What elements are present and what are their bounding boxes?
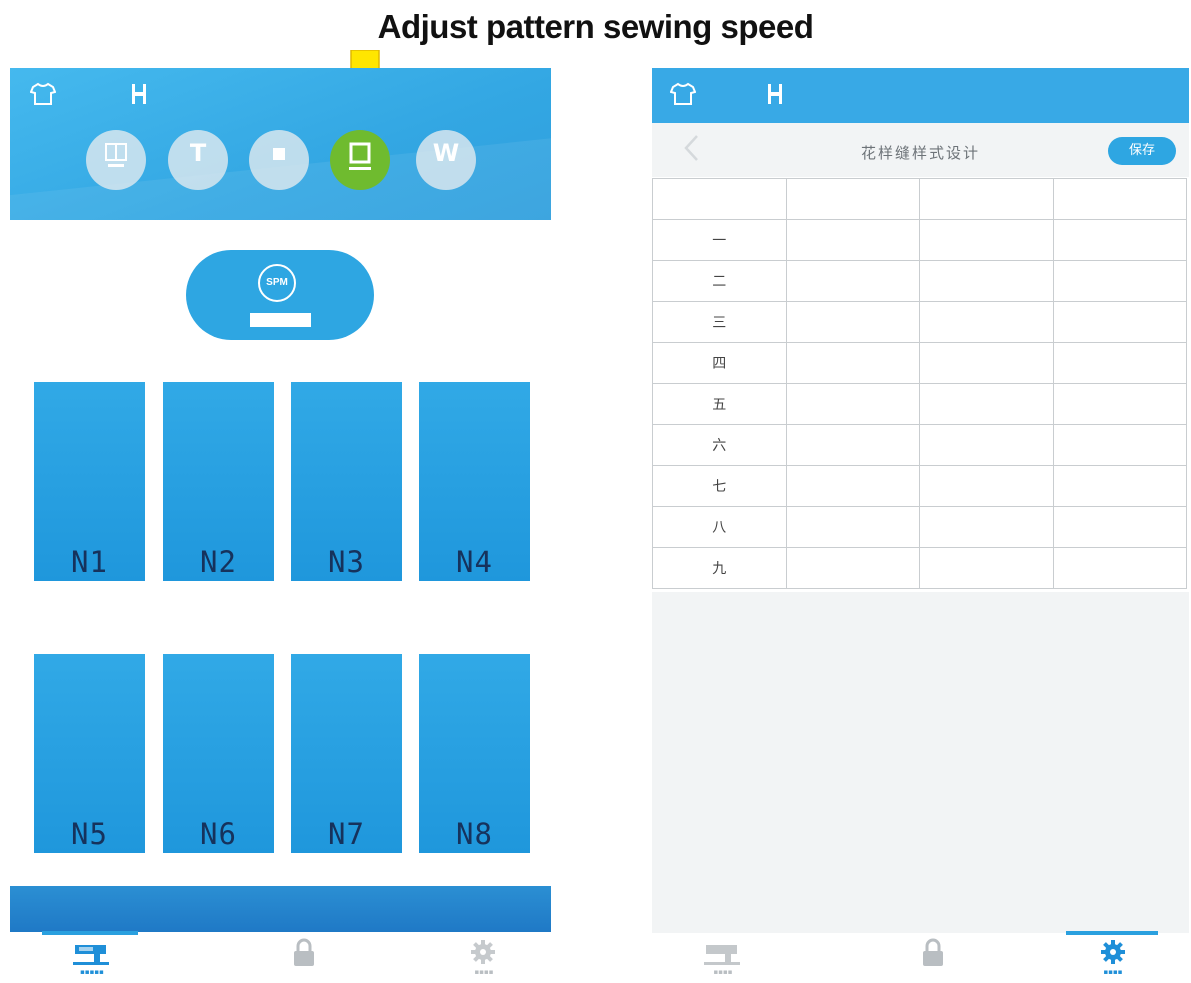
table-row: 三 xyxy=(652,301,1187,343)
table-row: 六 xyxy=(652,424,1187,466)
gear-icon[interactable] xyxy=(1100,939,1126,965)
row-label: 三 xyxy=(652,301,787,343)
preset-n4[interactable]: N4 xyxy=(419,382,530,581)
table-cell[interactable] xyxy=(919,260,1054,302)
table-row: 四 xyxy=(652,342,1187,384)
left-footer-bar xyxy=(10,886,551,932)
tab-indicator xyxy=(42,931,138,935)
table-cell[interactable] xyxy=(1052,424,1187,466)
column-header xyxy=(919,178,1054,220)
table-cell[interactable] xyxy=(785,260,920,302)
mode-button-2[interactable]: T xyxy=(168,130,228,190)
table-cell[interactable] xyxy=(1052,301,1187,343)
mode-button-4[interactable] xyxy=(330,130,390,190)
table-cell[interactable] xyxy=(919,547,1054,589)
gear-icon[interactable] xyxy=(470,939,496,965)
table-cell[interactable] xyxy=(919,342,1054,384)
sewing-machine-icon[interactable] xyxy=(72,942,112,966)
presser-foot-icon[interactable] xyxy=(762,82,788,106)
mode-button-1[interactable] xyxy=(86,130,146,190)
table-row: 二 xyxy=(652,260,1187,302)
table-cell[interactable] xyxy=(1052,219,1187,261)
column-header xyxy=(785,178,920,220)
table-cell[interactable] xyxy=(1052,465,1187,507)
table-row: 一 xyxy=(652,219,1187,261)
column-header xyxy=(652,178,787,220)
square-pattern-icon xyxy=(349,142,371,170)
row-label: 二 xyxy=(652,260,787,302)
table-cell[interactable] xyxy=(785,383,920,425)
table-cell[interactable] xyxy=(785,219,920,261)
row-label: 六 xyxy=(652,424,787,466)
table-cell[interactable] xyxy=(1052,383,1187,425)
preset-n1[interactable]: N1 xyxy=(34,382,145,581)
empty-area xyxy=(652,592,1189,933)
lock-icon[interactable] xyxy=(920,938,946,968)
spm-icon: SPM xyxy=(258,264,296,302)
pattern-table: 一 二 三 四 五 六 七 八 九 xyxy=(652,178,1187,589)
mode-button-5[interactable]: W xyxy=(416,130,476,190)
table-row: 八 xyxy=(652,506,1187,548)
spm-speed-button[interactable]: SPM xyxy=(186,250,374,340)
right-header xyxy=(652,68,1189,123)
presser-foot-icon[interactable] xyxy=(126,82,152,106)
shirt-icon[interactable] xyxy=(30,82,56,106)
table-row: 七 xyxy=(652,465,1187,507)
table-cell[interactable] xyxy=(919,383,1054,425)
row-label: 九 xyxy=(652,547,787,589)
preset-n6[interactable]: N6 xyxy=(163,654,274,853)
preset-n7[interactable]: N7 xyxy=(291,654,402,853)
row-label: 七 xyxy=(652,465,787,507)
lock-icon[interactable] xyxy=(291,938,317,968)
table-cell[interactable] xyxy=(919,424,1054,466)
table-cell[interactable] xyxy=(1052,260,1187,302)
tab-caption-sewing: ▪▪▪▪ xyxy=(713,968,733,976)
tab-caption-sewing: ▪▪▪▪▪ xyxy=(80,968,104,976)
preset-n5[interactable]: N5 xyxy=(34,654,145,853)
tab-caption-settings: ▪▪▪▪ xyxy=(474,968,494,976)
table-cell[interactable] xyxy=(919,465,1054,507)
table-cell[interactable] xyxy=(919,506,1054,548)
mode-button-3[interactable] xyxy=(249,130,309,190)
table-cell[interactable] xyxy=(1052,547,1187,589)
table-header-row xyxy=(652,178,1187,220)
row-label: 五 xyxy=(652,383,787,425)
preset-n3[interactable]: N3 xyxy=(291,382,402,581)
row-label: 八 xyxy=(652,506,787,548)
row-label: 一 xyxy=(652,219,787,261)
preset-n2[interactable]: N2 xyxy=(163,382,274,581)
column-header xyxy=(1052,178,1187,220)
spm-value-field xyxy=(250,313,311,327)
table-cell[interactable] xyxy=(919,219,1054,261)
sewing-machine-icon[interactable] xyxy=(703,942,743,966)
shirt-icon[interactable] xyxy=(670,82,696,106)
table-row: 九 xyxy=(652,547,1187,589)
table-row: 五 xyxy=(652,383,1187,425)
table-cell[interactable] xyxy=(1052,506,1187,548)
tab-caption-settings: ▪▪▪▪ xyxy=(1103,968,1123,976)
table-cell[interactable] xyxy=(785,506,920,548)
table-cell[interactable] xyxy=(919,301,1054,343)
save-button[interactable]: 保存 xyxy=(1108,137,1176,165)
table-cell[interactable] xyxy=(1052,342,1187,384)
tab-indicator xyxy=(1066,931,1158,935)
table-cell[interactable] xyxy=(785,465,920,507)
table-cell[interactable] xyxy=(785,547,920,589)
table-cell[interactable] xyxy=(785,342,920,384)
table-cell[interactable] xyxy=(785,424,920,466)
caption: Adjust pattern sewing speed xyxy=(377,8,814,45)
preset-n8[interactable]: N8 xyxy=(419,654,530,853)
table-cell[interactable] xyxy=(785,301,920,343)
row-label: 四 xyxy=(652,342,787,384)
